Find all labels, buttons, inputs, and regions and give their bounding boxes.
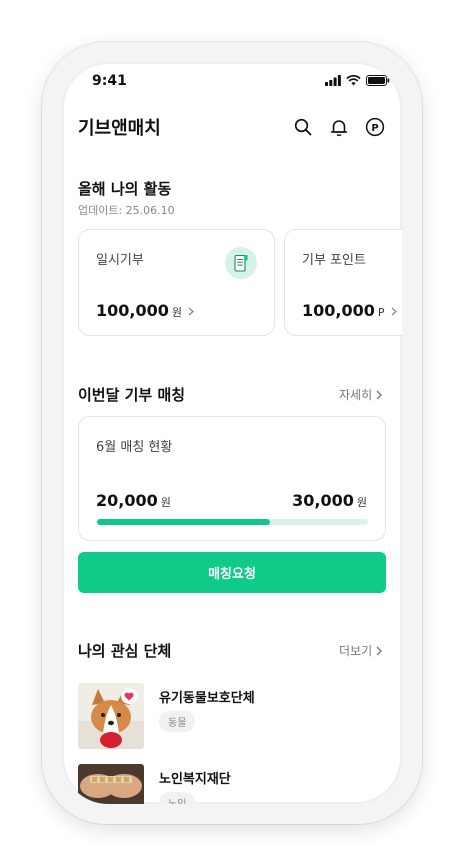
- current-unit: 원: [160, 496, 171, 509]
- point-unit: P: [377, 306, 385, 319]
- bell-icon[interactable]: [328, 116, 350, 138]
- card-label: 기부 포인트: [302, 253, 366, 268]
- interests-more-link[interactable]: 더보기: [339, 642, 383, 659]
- target-amount-row: 30,000 원: [292, 491, 367, 510]
- org-tag: 동물: [159, 711, 196, 732]
- list-item[interactable]: 유기동물보호단체 동물: [78, 683, 386, 751]
- target-unit: 원: [356, 496, 367, 509]
- phone-screen: 9:41 기브앤매치 P 올해 나의 활동 업데이트: 25.06.10 일시기…: [62, 62, 402, 804]
- target-amount: 30,000: [292, 491, 354, 510]
- matching-progress-fill: [97, 519, 271, 525]
- interests-more-label: 더보기: [339, 644, 373, 658]
- activity-title: 올해 나의 활동: [78, 180, 172, 198]
- wifi-icon: [346, 75, 361, 86]
- dog-image: [78, 683, 144, 749]
- battery-icon: [366, 75, 390, 86]
- point-icon[interactable]: P: [364, 116, 386, 138]
- signal-icon: [325, 75, 341, 86]
- list-item[interactable]: 노인복지재단 노인: [78, 764, 386, 804]
- org-tag: 노인: [159, 792, 196, 804]
- matching-status-card: 6월 매칭 현황 20,000 원 30,000 원: [78, 416, 386, 541]
- chevron-right-icon: [391, 307, 397, 316]
- hands-image: [78, 764, 144, 804]
- one-time-amount-row: 100,000 원: [96, 301, 194, 320]
- app-title: 기브앤매치: [78, 118, 161, 139]
- chevron-right-icon: [188, 307, 194, 316]
- matching-request-button[interactable]: 매칭요청: [78, 552, 386, 593]
- one-time-donation-card[interactable]: 일시기부 100,000 원: [78, 229, 275, 336]
- matching-progress-bar: [97, 519, 368, 525]
- status-icons: [325, 75, 390, 86]
- point-amount-row: 100,000 P: [302, 301, 397, 320]
- matching-more-link[interactable]: 자세히: [339, 386, 383, 403]
- activity-updated: 업데이트: 25.06.10: [78, 204, 175, 217]
- current-amount: 20,000: [96, 491, 158, 510]
- matching-card-label: 6월 매칭 현황: [96, 440, 173, 455]
- point-amount: 100,000: [302, 301, 375, 320]
- search-icon[interactable]: [292, 116, 314, 138]
- one-time-unit: 원: [171, 306, 182, 319]
- chevron-right-icon: [376, 390, 383, 399]
- chevron-right-icon: [376, 646, 383, 655]
- current-amount-row: 20,000 원: [96, 491, 171, 510]
- card-label: 일시기부: [96, 253, 144, 268]
- matching-title: 이번달 기부 매칭: [78, 386, 186, 404]
- status-time: 9:41: [92, 73, 127, 89]
- receipt-icon: [225, 247, 257, 279]
- donation-point-card[interactable]: 기부 포인트 100,000 P: [284, 229, 402, 336]
- interests-title: 나의 관심 단체: [78, 642, 172, 660]
- one-time-amount: 100,000: [96, 301, 169, 320]
- point-icon-label: P: [371, 123, 378, 134]
- org-name: 유기동물보호단체: [159, 691, 255, 706]
- org-name: 노인복지재단: [159, 772, 231, 787]
- matching-more-label: 자세히: [339, 388, 373, 402]
